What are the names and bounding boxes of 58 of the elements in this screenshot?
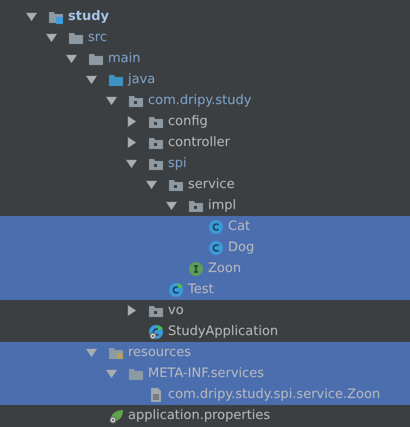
collapse-arrow-icon[interactable] <box>126 158 137 169</box>
node-label: src <box>88 30 107 45</box>
tree-row[interactable]: resources <box>0 342 410 363</box>
tree-row[interactable]: java <box>0 69 410 90</box>
node-label: config <box>168 114 208 129</box>
expand-arrow-icon[interactable] <box>126 137 137 148</box>
node-label: Zoon <box>208 261 242 276</box>
node-label: controller <box>168 135 230 150</box>
tree-row[interactable]: service <box>0 174 410 195</box>
class-icon <box>148 324 164 340</box>
node-label: main <box>108 51 140 66</box>
node-label: impl <box>208 198 236 213</box>
node-label: java <box>128 72 156 87</box>
tree-row[interactable]: Test <box>0 279 410 300</box>
node-label: service <box>188 177 235 192</box>
tree-row[interactable]: com.dripy.study <box>0 90 410 111</box>
node-label: META-INF.services <box>148 366 264 381</box>
tree-row[interactable]: config <box>0 111 410 132</box>
node-label: resources <box>128 345 192 360</box>
tree-row[interactable]: application.properties <box>0 405 410 426</box>
collapse-arrow-icon[interactable] <box>106 95 117 106</box>
node-label: com.dripy.study.spi.service.Zoon <box>168 387 380 402</box>
collapse-arrow-icon[interactable] <box>46 32 57 43</box>
collapse-arrow-icon[interactable] <box>66 53 77 64</box>
node-label: study <box>68 9 109 24</box>
tree-row[interactable]: controller <box>0 132 410 153</box>
tree-row[interactable]: study <box>0 6 410 27</box>
tree-row[interactable]: src <box>0 27 410 48</box>
class-icon <box>208 240 224 256</box>
node-label: com.dripy.study <box>148 93 252 108</box>
node-label: application.properties <box>128 408 270 423</box>
expand-arrow-icon[interactable] <box>126 116 137 127</box>
tree-row[interactable]: vo <box>0 300 410 321</box>
node-label: vo <box>168 303 184 318</box>
tree-row[interactable]: spi <box>0 153 410 174</box>
collapse-arrow-icon[interactable] <box>146 179 157 190</box>
tree-row[interactable]: impl <box>0 195 410 216</box>
node-label: Dog <box>228 240 254 255</box>
node-label: Cat <box>228 219 250 234</box>
node-label: spi <box>168 156 187 171</box>
collapse-arrow-icon[interactable] <box>166 200 177 211</box>
tree-row[interactable]: com.dripy.study.spi.service.Zoon <box>0 384 410 405</box>
collapse-arrow-icon[interactable] <box>86 74 97 85</box>
tree-row[interactable]: StudyApplication <box>0 321 410 342</box>
leaf-icon <box>108 408 124 424</box>
interface-icon <box>188 260 204 276</box>
collapse-arrow-icon[interactable] <box>26 11 37 22</box>
tree-row[interactable]: Zoon <box>0 258 410 279</box>
expand-arrow-icon[interactable] <box>126 305 137 316</box>
tree-row[interactable]: Cat <box>0 216 410 237</box>
node-label: StudyApplication <box>168 324 278 339</box>
file-icon <box>148 386 164 402</box>
node-label: Test <box>188 282 214 297</box>
class-icon <box>168 282 184 298</box>
tree-row[interactable]: main <box>0 48 410 69</box>
class-icon <box>208 218 224 234</box>
tree-row[interactable]: META-INF.services <box>0 363 410 384</box>
tree-row[interactable]: Dog <box>0 237 410 258</box>
